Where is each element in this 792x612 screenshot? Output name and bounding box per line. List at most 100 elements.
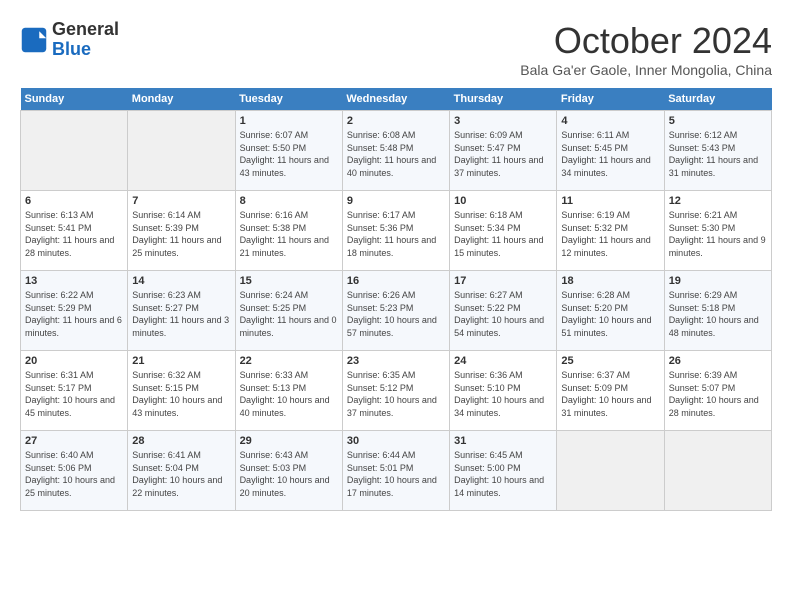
day-number: 17 — [454, 275, 552, 287]
calendar-cell: 13 Sunrise: 6:22 AMSunset: 5:29 PMDayligh… — [21, 271, 128, 351]
day-info: Sunrise: 6:13 AMSunset: 5:41 PMDaylight:… — [25, 209, 123, 259]
day-number: 24 — [454, 355, 552, 367]
day-info: Sunrise: 6:08 AMSunset: 5:48 PMDaylight:… — [347, 129, 445, 179]
day-info: Sunrise: 6:32 AMSunset: 5:15 PMDaylight:… — [132, 369, 230, 419]
day-info: Sunrise: 6:35 AMSunset: 5:12 PMDaylight:… — [347, 369, 445, 419]
weekday-header-sunday: Sunday — [21, 88, 128, 111]
calendar-cell: 5 Sunrise: 6:12 AMSunset: 5:43 PMDaylight… — [664, 111, 771, 191]
month-title: October 2024 — [520, 20, 772, 62]
weekday-header-saturday: Saturday — [664, 88, 771, 111]
weekday-header-monday: Monday — [128, 88, 235, 111]
day-number: 22 — [240, 355, 338, 367]
calendar-week-row: 27 Sunrise: 6:40 AMSunset: 5:06 PMDayligh… — [21, 431, 772, 511]
day-info: Sunrise: 6:24 AMSunset: 5:25 PMDaylight:… — [240, 289, 338, 339]
calendar-cell: 2 Sunrise: 6:08 AMSunset: 5:48 PMDaylight… — [342, 111, 449, 191]
day-number: 10 — [454, 195, 552, 207]
calendar-cell: 19 Sunrise: 6:29 AMSunset: 5:18 PMDayligh… — [664, 271, 771, 351]
day-number: 5 — [669, 115, 767, 127]
calendar-cell: 29 Sunrise: 6:43 AMSunset: 5:03 PMDayligh… — [235, 431, 342, 511]
day-info: Sunrise: 6:44 AMSunset: 5:01 PMDaylight:… — [347, 449, 445, 499]
calendar-cell: 14 Sunrise: 6:23 AMSunset: 5:27 PMDayligh… — [128, 271, 235, 351]
day-number: 12 — [669, 195, 767, 207]
day-info: Sunrise: 6:09 AMSunset: 5:47 PMDaylight:… — [454, 129, 552, 179]
calendar-cell: 26 Sunrise: 6:39 AMSunset: 5:07 PMDayligh… — [664, 351, 771, 431]
day-info: Sunrise: 6:17 AMSunset: 5:36 PMDaylight:… — [347, 209, 445, 259]
calendar-table: SundayMondayTuesdayWednesdayThursdayFrid… — [20, 88, 772, 511]
day-number: 27 — [25, 435, 123, 447]
day-number: 1 — [240, 115, 338, 127]
day-info: Sunrise: 6:43 AMSunset: 5:03 PMDaylight:… — [240, 449, 338, 499]
day-info: Sunrise: 6:45 AMSunset: 5:00 PMDaylight:… — [454, 449, 552, 499]
day-number: 6 — [25, 195, 123, 207]
day-number: 31 — [454, 435, 552, 447]
day-number: 26 — [669, 355, 767, 367]
day-number: 11 — [561, 195, 659, 207]
day-info: Sunrise: 6:33 AMSunset: 5:13 PMDaylight:… — [240, 369, 338, 419]
day-number: 13 — [25, 275, 123, 287]
day-number: 3 — [454, 115, 552, 127]
calendar-cell: 27 Sunrise: 6:40 AMSunset: 5:06 PMDayligh… — [21, 431, 128, 511]
calendar-cell: 23 Sunrise: 6:35 AMSunset: 5:12 PMDayligh… — [342, 351, 449, 431]
page-header: General Blue October 2024 Bala Ga'er Gao… — [20, 20, 772, 78]
calendar-cell: 15 Sunrise: 6:24 AMSunset: 5:25 PMDayligh… — [235, 271, 342, 351]
calendar-week-row: 20 Sunrise: 6:31 AMSunset: 5:17 PMDayligh… — [21, 351, 772, 431]
day-number: 21 — [132, 355, 230, 367]
calendar-cell: 28Sunrise: 6:41 AMSunset: 5:04 PMDayligh… — [128, 431, 235, 511]
calendar-cell: 17Sunrise: 6:27 AMSunset: 5:22 PMDayligh… — [450, 271, 557, 351]
calendar-cell: 25Sunrise: 6:37 AMSunset: 5:09 PMDayligh… — [557, 351, 664, 431]
calendar-cell: 30 Sunrise: 6:44 AMSunset: 5:01 PMDayligh… — [342, 431, 449, 511]
day-info: Sunrise: 6:12 AMSunset: 5:43 PMDaylight:… — [669, 129, 767, 179]
calendar-cell: 24 Sunrise: 6:36 AMSunset: 5:10 PMDayligh… — [450, 351, 557, 431]
day-number: 9 — [347, 195, 445, 207]
calendar-cell — [128, 111, 235, 191]
day-number: 20 — [25, 355, 123, 367]
day-number: 29 — [240, 435, 338, 447]
day-number: 16 — [347, 275, 445, 287]
day-info: Sunrise: 6:36 AMSunset: 5:10 PMDaylight:… — [454, 369, 552, 419]
day-info: Sunrise: 6:31 AMSunset: 5:17 PMDaylight:… — [25, 369, 123, 419]
logo-icon — [20, 26, 48, 54]
calendar-cell: 12Sunrise: 6:21 AMSunset: 5:30 PMDayligh… — [664, 191, 771, 271]
calendar-cell: 16 Sunrise: 6:26 AMSunset: 5:23 PMDayligh… — [342, 271, 449, 351]
day-info: Sunrise: 6:41 AMSunset: 5:04 PMDaylight:… — [132, 449, 230, 499]
calendar-cell: 8 Sunrise: 6:16 AMSunset: 5:38 PMDaylight… — [235, 191, 342, 271]
day-info: Sunrise: 6:22 AMSunset: 5:29 PMDaylight:… — [25, 289, 123, 339]
day-info: Sunrise: 6:40 AMSunset: 5:06 PMDaylight:… — [25, 449, 123, 499]
day-number: 2 — [347, 115, 445, 127]
calendar-week-row: 6 Sunrise: 6:13 AMSunset: 5:41 PMDaylight… — [21, 191, 772, 271]
calendar-cell: 21 Sunrise: 6:32 AMSunset: 5:15 PMDayligh… — [128, 351, 235, 431]
calendar-cell: 22 Sunrise: 6:33 AMSunset: 5:13 PMDayligh… — [235, 351, 342, 431]
day-number: 4 — [561, 115, 659, 127]
day-number: 19 — [669, 275, 767, 287]
day-info: Sunrise: 6:29 AMSunset: 5:18 PMDaylight:… — [669, 289, 767, 339]
logo: General Blue — [20, 20, 119, 60]
calendar-week-row: 13 Sunrise: 6:22 AMSunset: 5:29 PMDayligh… — [21, 271, 772, 351]
calendar-cell: 18 Sunrise: 6:28 AMSunset: 5:20 PMDayligh… — [557, 271, 664, 351]
calendar-cell: 7Sunrise: 6:14 AMSunset: 5:39 PMDaylight… — [128, 191, 235, 271]
calendar-cell — [21, 111, 128, 191]
calendar-cell — [557, 431, 664, 511]
calendar-cell: 20 Sunrise: 6:31 AMSunset: 5:17 PMDayligh… — [21, 351, 128, 431]
day-info: Sunrise: 6:16 AMSunset: 5:38 PMDaylight:… — [240, 209, 338, 259]
location-subtitle: Bala Ga'er Gaole, Inner Mongolia, China — [520, 62, 772, 78]
calendar-cell: 4 Sunrise: 6:11 AMSunset: 5:45 PMDaylight… — [557, 111, 664, 191]
weekday-header-wednesday: Wednesday — [342, 88, 449, 111]
day-info: Sunrise: 6:18 AMSunset: 5:34 PMDaylight:… — [454, 209, 552, 259]
weekday-header-friday: Friday — [557, 88, 664, 111]
calendar-cell: 6 Sunrise: 6:13 AMSunset: 5:41 PMDaylight… — [21, 191, 128, 271]
calendar-cell: 31 Sunrise: 6:45 AMSunset: 5:00 PMDayligh… — [450, 431, 557, 511]
day-info: Sunrise: 6:39 AMSunset: 5:07 PMDaylight:… — [669, 369, 767, 419]
day-number: 15 — [240, 275, 338, 287]
day-info: Sunrise: 6:23 AMSunset: 5:27 PMDaylight:… — [132, 289, 230, 339]
day-info: Sunrise: 6:11 AMSunset: 5:45 PMDaylight:… — [561, 129, 659, 179]
calendar-cell: 9 Sunrise: 6:17 AMSunset: 5:36 PMDaylight… — [342, 191, 449, 271]
day-number: 18 — [561, 275, 659, 287]
day-number: 23 — [347, 355, 445, 367]
calendar-week-row: 1Sunrise: 6:07 AMSunset: 5:50 PMDaylight… — [21, 111, 772, 191]
day-number: 8 — [240, 195, 338, 207]
day-number: 30 — [347, 435, 445, 447]
day-info: Sunrise: 6:26 AMSunset: 5:23 PMDaylight:… — [347, 289, 445, 339]
day-number: 14 — [132, 275, 230, 287]
day-info: Sunrise: 6:28 AMSunset: 5:20 PMDaylight:… — [561, 289, 659, 339]
day-number: 7 — [132, 195, 230, 207]
